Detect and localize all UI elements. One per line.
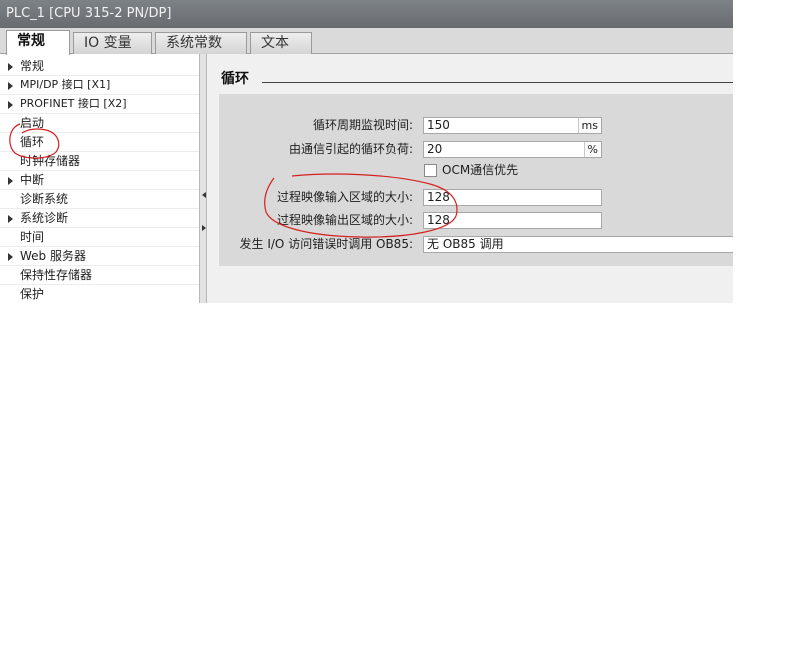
cycle-monitor-unit: ms	[577, 118, 601, 133]
input-image-size-input[interactable]: 128	[423, 189, 602, 206]
expand-arrow-icon[interactable]	[8, 253, 13, 261]
nav-item-clock-memory[interactable]: 时钟存储器	[0, 152, 199, 171]
section-title: 循环	[221, 71, 249, 87]
expand-arrow-icon[interactable]	[8, 177, 13, 185]
cycle-settings-panel: 循环周期监视时间: 150 ms 由通信引起的循环负荷: 20 % OCM通信优…	[219, 94, 733, 266]
cycle-monitor-input[interactable]: 150 ms	[423, 117, 602, 134]
ob85-dropdown[interactable]: 无 OB85 调用	[423, 236, 733, 253]
comm-load-unit: %	[583, 142, 601, 157]
output-image-size-label: 过程映像输出区域的大小:	[276, 213, 413, 227]
output-image-size-input[interactable]: 128	[423, 212, 602, 229]
nav-item-general[interactable]: 常规	[0, 57, 199, 76]
nav-item-label: 时钟存储器	[20, 154, 81, 168]
expand-arrow-icon[interactable]	[8, 101, 13, 109]
tab-strip: 常规 IO 变量 系统常数 文本	[0, 28, 733, 55]
input-image-size-label: 过程映像输入区域的大小:	[276, 190, 413, 204]
tab-general[interactable]: 常规	[6, 30, 70, 55]
nav-item-label: 循环	[20, 135, 45, 149]
nav-item-profinet-interface[interactable]: PROFINET 接口 [X2]	[0, 95, 199, 114]
ob85-selected-value: 无 OB85 调用	[427, 237, 504, 251]
nav-item-web-server[interactable]: Web 服务器	[0, 247, 199, 266]
ocm-priority-checkbox[interactable]	[424, 164, 437, 177]
section-divider	[262, 82, 733, 83]
expand-arrow-icon[interactable]	[8, 82, 13, 90]
properties-window: PLC_1 [CPU 315-2 PN/DP] 常规 IO 变量 系统常数 文本…	[0, 0, 733, 303]
nav-item-diagnostics-system[interactable]: 诊断系统	[0, 190, 199, 209]
window-title: PLC_1 [CPU 315-2 PN/DP]	[0, 0, 733, 28]
comm-load-label: 由通信引起的循环负荷:	[288, 142, 413, 156]
pane-splitter[interactable]	[199, 54, 207, 303]
nav-item-label: 常规	[20, 59, 45, 73]
nav-item-system-diagnostics[interactable]: 系统诊断	[0, 209, 199, 228]
tab-system-constants[interactable]: 系统常数	[155, 32, 247, 54]
cycle-monitor-value: 150	[427, 118, 450, 132]
nav-item-time[interactable]: 时间	[0, 228, 199, 247]
tab-io-tags[interactable]: IO 变量	[73, 32, 152, 54]
input-image-size-value: 128	[427, 190, 450, 204]
ocm-priority-label: OCM通信优先	[442, 163, 519, 177]
nav-item-label: Web 服务器	[20, 249, 86, 263]
comm-load-input[interactable]: 20 %	[423, 141, 602, 158]
expand-arrow-icon[interactable]	[8, 63, 13, 71]
properties-content: 循环 循环周期监视时间: 150 ms 由通信引起的循环负荷: 20 % OCM…	[207, 54, 733, 303]
output-image-size-value: 128	[427, 213, 450, 227]
nav-item-label: MPI/DP 接口 [X1]	[20, 78, 111, 91]
nav-item-cycle[interactable]: 循环	[0, 133, 199, 152]
comm-load-value: 20	[427, 142, 443, 156]
nav-item-retentive-memory[interactable]: 保持性存储器	[0, 266, 199, 285]
nav-item-label: 启动	[20, 116, 45, 130]
ob85-label: 发生 I/O 访问错误时调用 OB85:	[239, 237, 413, 251]
tab-texts[interactable]: 文本	[250, 32, 312, 54]
nav-item-interrupts[interactable]: 中断	[0, 171, 199, 190]
nav-item-label: 系统诊断	[20, 211, 69, 225]
expand-arrow-icon[interactable]	[8, 215, 13, 223]
nav-item-label: 保护	[20, 287, 45, 301]
nav-item-label: PROFINET 接口 [X2]	[20, 97, 127, 110]
nav-item-protection[interactable]: 保护	[0, 285, 199, 303]
expand-right-icon[interactable]	[202, 225, 206, 231]
nav-item-mpi-dp-interface[interactable]: MPI/DP 接口 [X1]	[0, 76, 199, 95]
cycle-monitor-label: 循环周期监视时间:	[312, 118, 413, 132]
nav-item-label: 时间	[20, 230, 45, 244]
collapse-left-icon[interactable]	[202, 192, 206, 198]
nav-item-label: 保持性存储器	[20, 268, 93, 282]
nav-item-startup[interactable]: 启动	[0, 114, 199, 133]
nav-item-label: 中断	[20, 173, 45, 187]
property-nav-tree: 常规 MPI/DP 接口 [X1] PROFINET 接口 [X2] 启动 循环…	[0, 54, 199, 303]
nav-item-label: 诊断系统	[20, 192, 69, 206]
